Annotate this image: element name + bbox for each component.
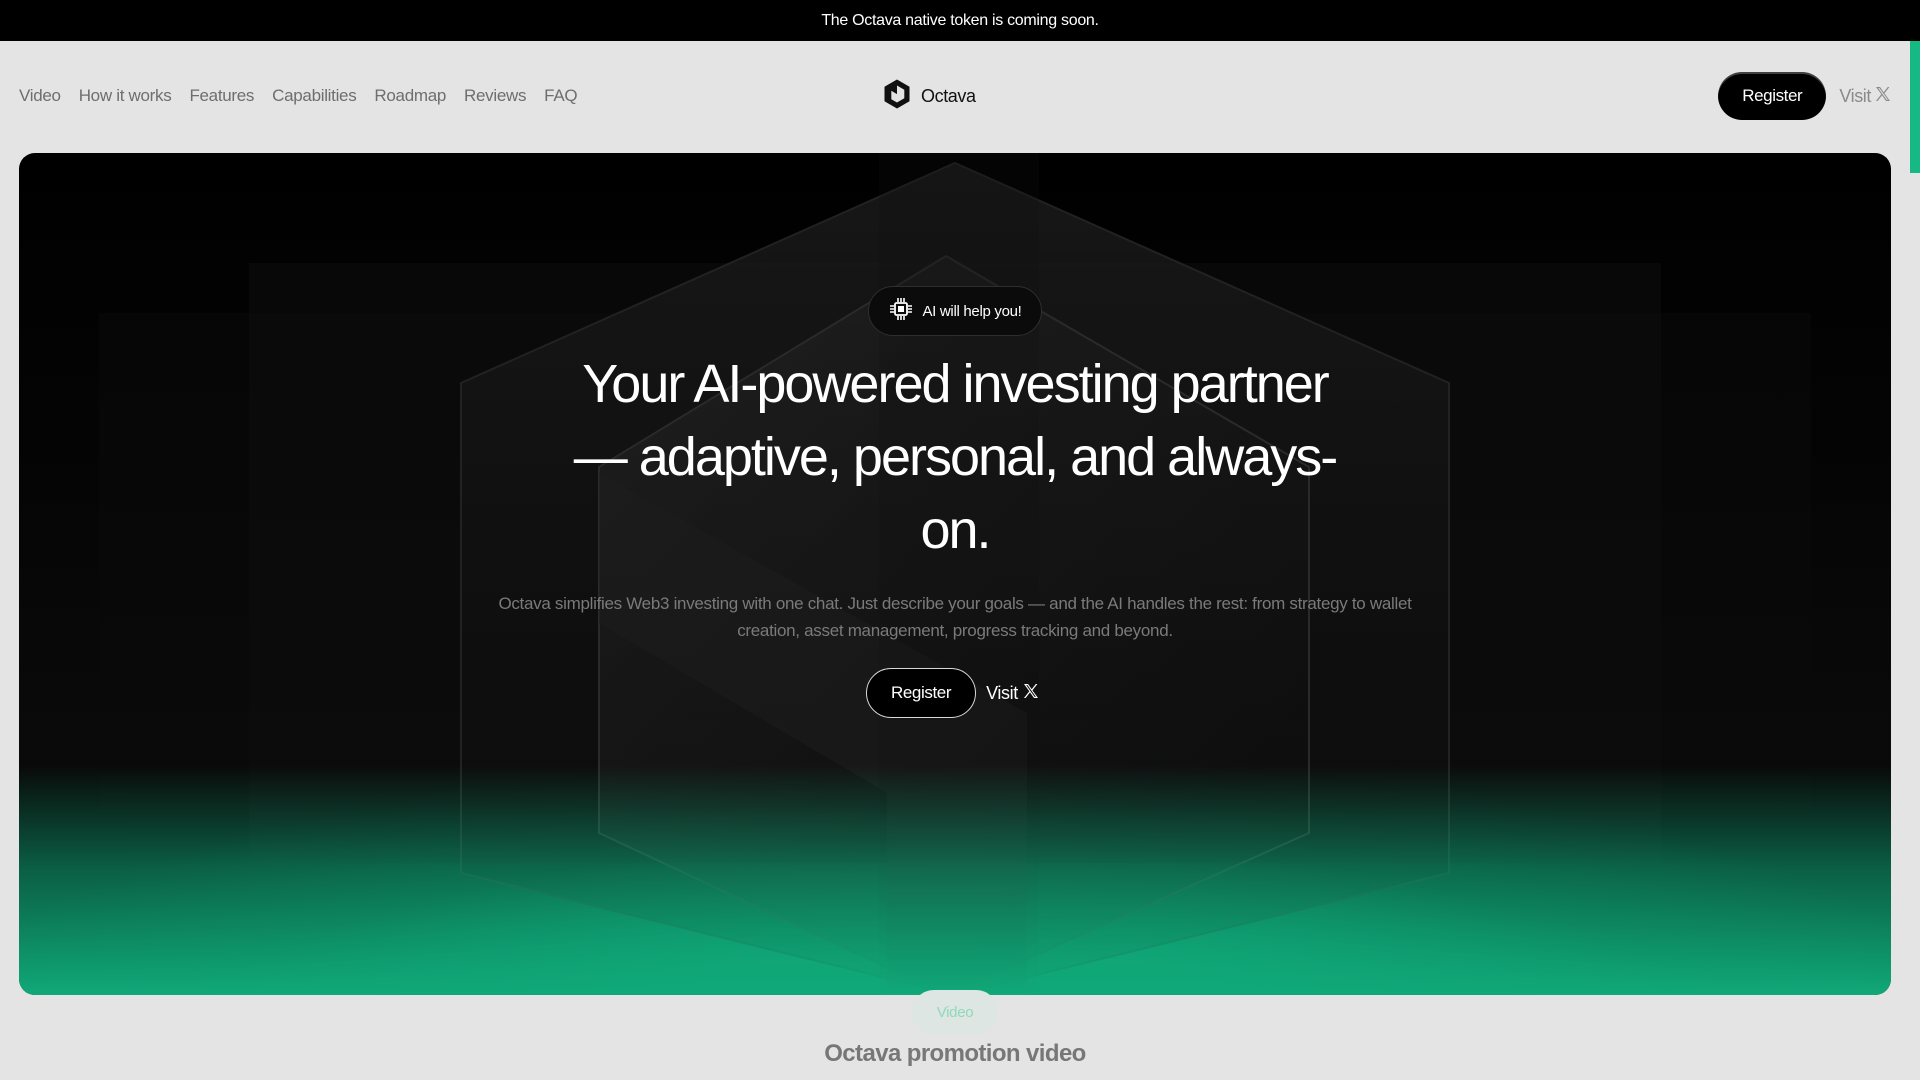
nav-link-capabilities[interactable]: Capabilities: [272, 86, 357, 106]
brand-name: Octava: [921, 85, 976, 106]
scrollbar-thumb[interactable]: [1910, 41, 1920, 173]
hero-cta: Register Visit: [866, 668, 1039, 718]
register-button[interactable]: Register: [1718, 72, 1827, 120]
nav-actions: Register Visit: [1718, 41, 1891, 151]
nav-link-faq[interactable]: FAQ: [544, 86, 577, 106]
hero-section: AI will help you! Your AI-powered invest…: [19, 153, 1891, 995]
top-navigation: Video How it works Features Capabilities…: [0, 41, 1908, 151]
ai-badge: AI will help you!: [868, 286, 1042, 336]
announcement-bar: The Octava native token is coming soon.: [0, 0, 1920, 41]
video-section-title: Octava promotion video: [824, 1040, 1086, 1067]
announcement-text: The Octava native token is coming soon.: [821, 11, 1099, 29]
octava-hexagon-logo-icon: [882, 78, 912, 115]
hero-register-button[interactable]: Register: [866, 668, 977, 718]
x-logo-icon: [1023, 683, 1039, 704]
hero-content: AI will help you! Your AI-powered invest…: [19, 153, 1891, 995]
ai-badge-label: AI will help you!: [922, 302, 1022, 320]
hero-visit-x-link[interactable]: Visit: [986, 683, 1039, 704]
nav-link-reviews[interactable]: Reviews: [464, 86, 526, 106]
video-section-badge: Video: [912, 990, 998, 1034]
nav-link-how-it-works[interactable]: How it works: [79, 86, 172, 106]
visit-label: Visit: [1839, 85, 1871, 106]
brand-logo[interactable]: Octava: [882, 41, 976, 151]
x-logo-icon: [1875, 86, 1891, 107]
hero-headline: Your AI-powered investing partner — adap…: [573, 354, 1338, 560]
visit-x-link[interactable]: Visit: [1839, 86, 1891, 107]
nav-links: Video How it works Features Capabilities…: [19, 41, 578, 151]
video-section-badge-label: Video: [936, 1003, 974, 1021]
hero-visit-label: Visit: [986, 682, 1018, 703]
nav-link-roadmap[interactable]: Roadmap: [374, 86, 446, 106]
nav-link-video[interactable]: Video: [19, 86, 61, 106]
nav-link-features[interactable]: Features: [189, 86, 254, 106]
cpu-chip-icon: [888, 296, 914, 326]
hero-subtext: Octava simplifies Web3 investing with on…: [498, 594, 1412, 640]
